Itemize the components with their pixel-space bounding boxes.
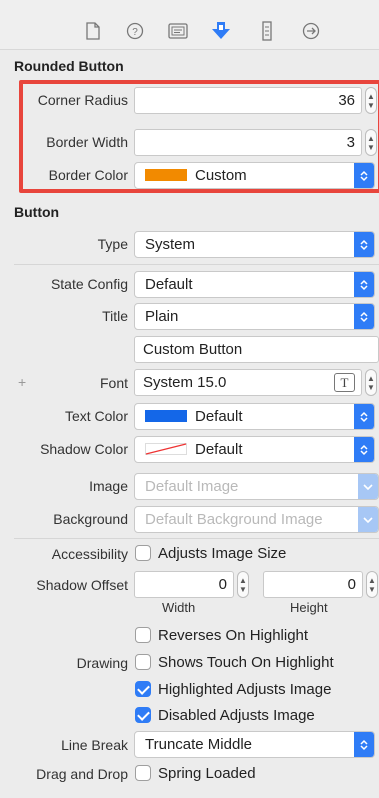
file-icon[interactable] [82, 20, 104, 42]
state-config-label: State Config [50, 276, 128, 292]
width-caption: Width [162, 600, 196, 615]
shadow-color-label: Shadow Color [40, 441, 128, 457]
attributes-icon[interactable] [210, 20, 232, 42]
chevron-updown-icon [354, 272, 374, 297]
highlighted-adjusts-image-checkbox[interactable] [135, 681, 151, 697]
svg-text:?: ? [132, 27, 138, 38]
background-placeholder: Default Background Image [145, 511, 323, 528]
font-field[interactable]: System 15.0 [134, 369, 362, 396]
background-combo[interactable]: Default Background Image [134, 506, 379, 533]
shadow-offset-height-field[interactable]: 0 [263, 571, 363, 598]
accessibility-label: Accessibility [51, 546, 128, 562]
divider [14, 538, 379, 539]
image-placeholder: Default Image [145, 478, 239, 495]
line-break-value: Truncate Middle [145, 736, 252, 753]
shadow-offset-label: Shadow Offset [36, 577, 128, 593]
reverses-on-highlight-text: Reverses On Highlight [158, 627, 309, 644]
highlight-frame [19, 80, 379, 193]
height-caption: Height [290, 600, 328, 615]
text-color-swatch [145, 410, 187, 423]
chevron-updown-icon [354, 232, 374, 257]
shows-touch-on-highlight-text: Shows Touch On Highlight [158, 654, 334, 671]
type-popup[interactable]: System [134, 231, 375, 258]
highlighted-adjusts-image-text: Highlighted Adjusts Image [158, 681, 332, 698]
disabled-adjusts-image-text: Disabled Adjusts Image [158, 707, 315, 724]
font-label: Font [99, 375, 128, 391]
inspector-toolbar: ? [0, 0, 379, 50]
shadow-color-swatch-none-icon [145, 443, 187, 456]
adjusts-image-size-text: Adjusts Image Size [158, 545, 287, 562]
font-size-stepper[interactable]: ▲ ▼ [365, 369, 377, 396]
state-config-value: Default [145, 276, 193, 293]
disabled-adjusts-image-checkbox[interactable] [135, 707, 151, 723]
font-value: System 15.0 [143, 374, 227, 391]
shadow-offset-height-stepper[interactable]: ▲ ▼ [366, 571, 378, 598]
adjusts-image-size-checkbox[interactable] [135, 545, 151, 561]
shadow-offset-width-field[interactable]: 0 [134, 571, 234, 598]
type-label: Type [97, 236, 128, 252]
connections-icon[interactable] [300, 20, 322, 42]
background-label: Background [53, 511, 128, 527]
shows-touch-on-highlight-checkbox[interactable] [135, 654, 151, 670]
line-break-popup[interactable]: Truncate Middle [134, 731, 375, 758]
title-text-field[interactable]: Custom Button [134, 336, 379, 363]
title-type-popup[interactable]: Plain [134, 303, 375, 330]
shadow-color-popup[interactable]: Default [134, 436, 375, 463]
type-value: System [145, 236, 196, 253]
help-icon[interactable]: ? [124, 20, 146, 42]
state-config-popup[interactable]: Default [134, 271, 375, 298]
title-type-value: Plain [145, 308, 179, 325]
image-label: Image [89, 478, 128, 494]
rounded-button-section-title: Rounded Button [14, 58, 124, 74]
size-icon[interactable] [256, 20, 278, 42]
font-picker-icon[interactable]: T [334, 373, 355, 392]
spring-loaded-text: Spring Loaded [158, 765, 256, 782]
chevron-down-icon [358, 507, 378, 532]
line-break-label: Line Break [61, 737, 128, 753]
spring-loaded-checkbox[interactable] [135, 765, 151, 781]
identity-icon[interactable] [167, 20, 189, 42]
chevron-down-icon [358, 474, 378, 499]
title-type-label: Title [102, 308, 128, 324]
drag-and-drop-label: Drag and Drop [36, 766, 128, 782]
chevron-updown-icon [354, 732, 374, 757]
chevron-updown-icon [354, 304, 374, 329]
text-color-popup[interactable]: Default [134, 403, 375, 430]
image-combo[interactable]: Default Image [134, 473, 379, 500]
text-color-label: Text Color [64, 408, 128, 424]
add-font-variation-button[interactable]: + [18, 374, 38, 390]
text-color-value: Default [195, 408, 243, 425]
shadow-color-value: Default [195, 441, 243, 458]
shadow-offset-width-stepper[interactable]: ▲ ▼ [237, 571, 249, 598]
reverses-on-highlight-checkbox[interactable] [135, 627, 151, 643]
drawing-label: Drawing [76, 655, 128, 671]
chevron-updown-icon [354, 437, 374, 462]
chevron-updown-icon [354, 404, 374, 429]
divider [14, 264, 379, 265]
button-section-title: Button [14, 204, 60, 220]
